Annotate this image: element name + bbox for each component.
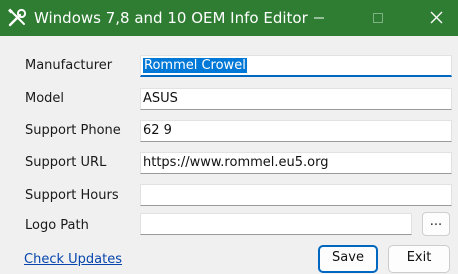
logo-path-input[interactable]	[140, 213, 412, 235]
support-url-value: https://www.rommel.eu5.org	[143, 155, 329, 170]
browse-logo-button[interactable]: ...	[422, 212, 450, 236]
support-url-label: Support URL	[25, 155, 107, 170]
manufacturer-input[interactable]: Rommel Crowel	[140, 55, 452, 77]
minimize-icon	[313, 9, 325, 28]
model-value: ASUS	[143, 91, 178, 106]
support-hours-label: Support Hours	[25, 188, 119, 203]
exit-button[interactable]: Exit	[388, 245, 450, 273]
save-button[interactable]: Save	[318, 245, 378, 273]
model-label: Model	[25, 91, 65, 106]
manufacturer-label: Manufacturer	[25, 58, 113, 73]
maximize-icon	[372, 9, 384, 28]
support-phone-label: Support Phone	[25, 123, 121, 138]
close-icon	[430, 9, 443, 28]
support-url-input[interactable]: https://www.rommel.eu5.org	[140, 152, 452, 174]
logo-path-label: Logo Path	[25, 218, 89, 233]
check-updates-link[interactable]: Check Updates	[24, 252, 122, 268]
maximize-button[interactable]	[355, 0, 401, 36]
oem-info-editor-window: Windows 7,8 and 10 OEM Info Editor Manuf…	[0, 0, 458, 274]
tools-icon	[6, 7, 28, 29]
model-input[interactable]: ASUS	[140, 88, 452, 110]
title-bar[interactable]: Windows 7,8 and 10 OEM Info Editor	[0, 0, 458, 36]
support-hours-input[interactable]	[140, 184, 452, 206]
support-phone-value: 62 9	[143, 123, 172, 138]
window-title: Windows 7,8 and 10 OEM Info Editor	[34, 9, 308, 27]
support-phone-input[interactable]: 62 9	[140, 120, 452, 142]
manufacturer-value: Rommel Crowel	[143, 58, 247, 73]
minimize-button[interactable]	[296, 0, 342, 36]
close-button[interactable]	[414, 0, 458, 36]
